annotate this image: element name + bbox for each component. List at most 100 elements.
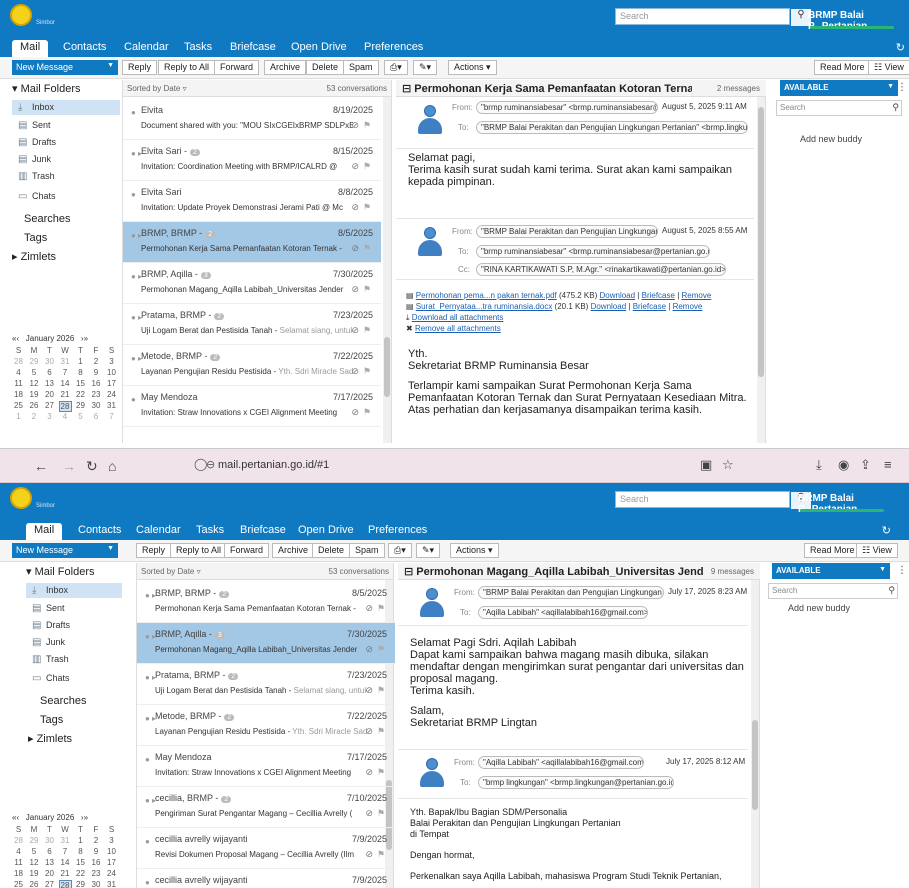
list-item[interactable]: ● ▸ BRMP, Aqilla -3 7/30/2025 Permohonan Ma… bbox=[123, 263, 381, 304]
reply-button[interactable]: Reply bbox=[136, 543, 172, 558]
reader-view-icon[interactable]: ▣ bbox=[700, 457, 712, 473]
tab-briefcase[interactable]: Briefcase bbox=[222, 40, 284, 57]
calendar-day[interactable]: 5 bbox=[28, 847, 41, 858]
calendar-day[interactable]: 1 bbox=[12, 412, 25, 423]
flag-icon[interactable]: ⚑ bbox=[363, 407, 371, 418]
calendar-day[interactable]: 10 bbox=[105, 368, 118, 379]
account-icon[interactable]: ◉ bbox=[838, 457, 849, 473]
chevron-down-icon[interactable]: ▼ bbox=[107, 62, 114, 69]
unread-dot-icon[interactable]: ● bbox=[145, 755, 150, 764]
download-link[interactable]: Download bbox=[591, 302, 627, 311]
calendar-day[interactable]: 18 bbox=[12, 390, 25, 401]
archive-button[interactable]: Archive bbox=[272, 543, 315, 558]
calendar-day[interactable]: 17 bbox=[105, 379, 118, 390]
read-more-button[interactable]: Read More bbox=[814, 60, 871, 75]
tags-header[interactable]: Tags bbox=[24, 232, 47, 244]
calendar-day[interactable]: 30 bbox=[43, 836, 56, 847]
calendar-day[interactable]: 2 bbox=[90, 357, 103, 368]
calendar-day[interactable]: 30 bbox=[90, 401, 103, 412]
sidebar-item-trash[interactable]: ▥ Trash bbox=[32, 654, 69, 665]
calendar-day[interactable]: 22 bbox=[74, 390, 87, 401]
from-address[interactable]: "BRMP Balai Perakitan dan Pengujian Ling… bbox=[476, 225, 658, 238]
tag-icon[interactable]: ✎▾ bbox=[416, 543, 441, 558]
calendar-day[interactable]: 30 bbox=[43, 357, 56, 368]
flag-icon[interactable]: ⚑ bbox=[377, 644, 385, 655]
calendar-day[interactable]: 30 bbox=[90, 880, 103, 888]
list-item[interactable]: ● ▸ cecillia, BRMP -2 7/10/2025 Pengiriman … bbox=[137, 787, 395, 828]
tab-contacts[interactable]: Contacts bbox=[70, 523, 129, 540]
flag-icon[interactable]: ⚑ bbox=[377, 767, 385, 778]
calendar-day[interactable]: 24 bbox=[105, 869, 118, 880]
tab-calendar[interactable]: Calendar bbox=[116, 40, 177, 57]
sidebar-item-trash[interactable]: ▥ Trash bbox=[18, 171, 55, 182]
downloads-icon[interactable]: ⤓ bbox=[816, 457, 822, 473]
calendar-day[interactable]: 11 bbox=[12, 858, 25, 869]
calendar-day[interactable]: 19 bbox=[28, 869, 41, 880]
actions-button[interactable]: Actions ▾ bbox=[448, 60, 497, 75]
calendar-day[interactable]: 3 bbox=[43, 412, 56, 423]
calendar-day[interactable]: 31 bbox=[59, 357, 72, 368]
calendar-day[interactable]: 31 bbox=[105, 880, 118, 888]
list-item[interactable]: ● ▸ BRMP, BRMP -2 8/5/2025 Permohonan Kerja… bbox=[137, 582, 395, 623]
delete-button[interactable]: Delete bbox=[312, 543, 351, 558]
add-buddy-link[interactable]: Add new buddy bbox=[788, 603, 850, 613]
list-item[interactable]: ● ▸ Metode, BRMP -2 7/22/2025 Layanan Pengu… bbox=[137, 705, 395, 746]
back-icon[interactable]: ← bbox=[34, 458, 48, 474]
chevron-down-icon[interactable]: ▼ bbox=[107, 545, 114, 552]
read-more-button[interactable]: Read More bbox=[804, 543, 861, 558]
extensions-icon[interactable]: ⇪ bbox=[860, 457, 871, 473]
calendar-day[interactable]: 31 bbox=[59, 836, 72, 847]
more-options-icon[interactable]: ⋮ bbox=[897, 82, 907, 93]
calendar-day[interactable]: 26 bbox=[28, 401, 41, 412]
zimlets-header[interactable]: ▸ Zimlets bbox=[12, 250, 56, 263]
list-item[interactable]: ● May Mendoza 7/17/2025 Invitation: Straw I… bbox=[123, 386, 381, 427]
add-buddy-link[interactable]: Add new buddy bbox=[800, 134, 862, 144]
calendar-day[interactable]: 1 bbox=[74, 357, 87, 368]
calendar-day[interactable]: 27 bbox=[43, 401, 56, 412]
flag-icon[interactable]: ⚑ bbox=[363, 120, 371, 131]
flag-icon[interactable]: ⚑ bbox=[377, 603, 385, 614]
calendar-day[interactable]: 22 bbox=[74, 869, 87, 880]
reply-button[interactable]: Reply bbox=[122, 60, 158, 75]
calendar-day[interactable]: 8 bbox=[74, 368, 87, 379]
header-search[interactable]: Search ⚲ bbox=[615, 8, 811, 26]
new-message-button[interactable]: New Message ▼ bbox=[12, 543, 118, 558]
calendar-day[interactable]: 31 bbox=[105, 401, 118, 412]
sidebar-item-inbox[interactable]: ⤓ Inbox bbox=[26, 583, 122, 598]
list-item[interactable]: ● ▸ Metode, BRMP -2 7/22/2025 Layanan Pengu… bbox=[123, 345, 381, 386]
calendar-day[interactable]: 29 bbox=[74, 401, 87, 412]
calendar-day[interactable]: 8 bbox=[74, 847, 87, 858]
calendar-day[interactable]: 13 bbox=[43, 858, 56, 869]
calendar-day[interactable]: 20 bbox=[43, 869, 56, 880]
calendar-day[interactable]: 6 bbox=[43, 847, 56, 858]
tab-mail[interactable]: Mail bbox=[26, 523, 63, 540]
flag-icon[interactable]: ⚑ bbox=[377, 685, 385, 696]
list-item[interactable]: ● ▸ BRMP, Aqilla -3 7/30/2025 Permohonan Ma… bbox=[137, 623, 395, 664]
calendar-day[interactable]: 7 bbox=[105, 412, 118, 423]
presence-status[interactable]: AVAILABLE ▼ bbox=[780, 80, 898, 96]
unread-dot-icon[interactable]: ● bbox=[145, 878, 150, 887]
calendar-day[interactable]: 5 bbox=[28, 368, 41, 379]
list-scrollbar[interactable] bbox=[383, 97, 391, 443]
sidebar-item-junk[interactable]: ▤ Junk bbox=[18, 154, 51, 165]
mail-folders-header[interactable]: ▾ Mail Folders bbox=[26, 565, 94, 578]
list-item[interactable]: ● ▸ Pratama, BRMP -2 7/23/2025 Uji Logam Be… bbox=[123, 304, 381, 345]
list-item[interactable]: ● May Mendoza 7/17/2025 Invitation: Straw I… bbox=[137, 746, 395, 787]
unread-dot-icon[interactable]: ● bbox=[131, 190, 136, 199]
calendar-day-today[interactable]: 28 bbox=[58, 880, 72, 888]
flag-icon[interactable]: ⚑ bbox=[363, 325, 371, 336]
list-item[interactable]: ● cecillia avrelly wijayanti 7/9/2025 Revis… bbox=[137, 828, 395, 869]
message-header[interactable]: From: "brmp ruminansiabesar" <brmp.rumin… bbox=[396, 97, 754, 149]
calendar-day[interactable]: 28 bbox=[12, 357, 25, 368]
reply-all-button[interactable]: Reply to All bbox=[170, 543, 228, 558]
menu-icon[interactable]: ≡ bbox=[884, 457, 892, 472]
chevron-down-icon[interactable]: ▼ bbox=[887, 83, 894, 90]
mini-calendar[interactable]: SMTWTFS 28 29 30 31 1 2 3 4 5 6 7 8 9 10 11 12 13 14 15 1… bbox=[12, 825, 118, 888]
calendar-day[interactable]: 11 bbox=[12, 379, 25, 390]
calendar-day[interactable]: 23 bbox=[90, 390, 103, 401]
calendar-day[interactable]: 29 bbox=[74, 880, 87, 888]
attachment-link[interactable]: Permohonan pema...n pakan ternak.pdf bbox=[416, 291, 557, 300]
calendar-day[interactable]: 23 bbox=[90, 869, 103, 880]
spam-button[interactable]: Spam bbox=[343, 60, 379, 75]
calendar-day[interactable]: 6 bbox=[90, 412, 103, 423]
